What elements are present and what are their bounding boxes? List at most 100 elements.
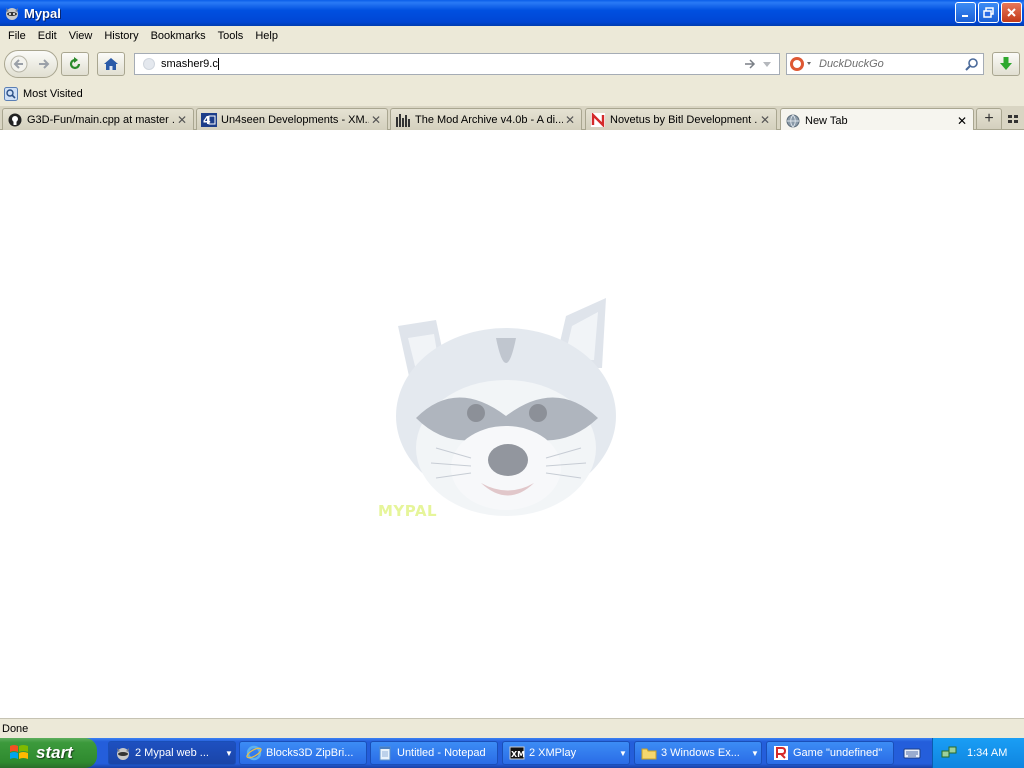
mypal-raccoon-logo [376,298,626,522]
globe-icon [785,113,801,129]
menu-help[interactable]: Help [249,30,284,42]
menu-tools[interactable]: Tools [212,30,250,42]
download-button[interactable] [992,52,1020,76]
most-visited-folder-icon [4,87,18,101]
taskbar-item-label: Untitled - Notepad [397,747,486,759]
list-all-tabs-button[interactable] [1006,112,1020,126]
tab-label: The Mod Archive v4.0b - A di... [415,114,563,126]
taskbar-item-label: 2 Mypal web ... [135,747,209,759]
tab-close-icon[interactable]: ✕ [955,114,969,128]
tab-label: G3D-Fun/main.cpp at master ... [27,114,175,126]
modarchive-icon [395,112,411,128]
tab-close-icon[interactable]: ✕ [563,113,577,127]
search-icon[interactable] [965,57,979,74]
search-input[interactable]: DuckDuckGo [819,58,884,70]
url-dropdown-icon[interactable] [761,57,773,74]
svg-text:XM: XM [511,750,525,759]
tab-label: New Tab [805,114,848,127]
back-forward-group [4,50,58,78]
duckduckgo-icon [790,57,811,71]
group-dropdown-icon: ▼ [225,748,233,758]
novetus-icon [590,112,606,128]
site-identity-icon[interactable] [143,58,155,70]
back-icon [10,55,28,73]
mypal-raccoon-icon [4,5,20,21]
internet-explorer-icon [246,745,262,761]
close-button[interactable] [1001,2,1022,23]
restore-button[interactable] [978,2,999,23]
folder-icon [641,745,657,761]
tab-label: Un4seen Developments - XM... [221,114,369,126]
status-text: Done [2,722,29,735]
tab-new-tab[interactable]: New Tab ✕ [780,108,974,132]
restore-icon [983,7,994,18]
forward-icon [39,59,50,69]
status-bar: Done [0,718,1024,738]
clock[interactable]: 1:34 AM [967,747,1007,759]
reload-icon [69,57,81,70]
new-tab-button[interactable]: + [976,108,1002,130]
search-engine-selector[interactable] [787,54,815,74]
taskbar-item-blocks3d[interactable]: Blocks3D ZipBri... [239,741,367,765]
plus-icon: + [984,110,994,127]
bookmark-most-visited[interactable]: Most Visited [4,87,83,101]
bookmark-label: Most Visited [23,88,83,100]
grid-icon [1008,115,1018,123]
notepad-icon [377,745,393,761]
menu-bookmarks[interactable]: Bookmarks [145,30,212,42]
bookmarks-toolbar: Most Visited [0,82,1024,106]
start-label: start [36,743,73,762]
group-dropdown-icon: ▼ [619,748,627,758]
language-bar-keyboard-icon[interactable] [900,743,924,763]
minimize-button[interactable] [955,2,976,23]
go-arrow-icon[interactable] [743,57,757,74]
title-bar: Mypal [0,0,1024,26]
tab-un4seen[interactable]: 4 Un4seen Developments - XM... ✕ [196,108,388,131]
tab-close-icon[interactable]: ✕ [758,113,772,127]
taskbar-item-notepad[interactable]: Untitled - Notepad [370,741,498,765]
menu-view[interactable]: View [63,30,99,42]
menu-history[interactable]: History [98,30,144,42]
search-bar[interactable]: DuckDuckGo [786,53,984,75]
github-icon [7,112,23,128]
url-input[interactable]: smasher9.c [161,58,219,71]
taskbar-item-windows-explorer[interactable]: 3 Windows Ex... ▼ [634,741,762,765]
un4seen-icon: 4 [201,112,217,128]
tab-close-icon[interactable]: ✕ [175,113,189,127]
taskbar-item-label: Game "undefined" [793,747,883,759]
minimize-icon [962,15,968,17]
tab-close-icon[interactable]: ✕ [369,113,383,127]
start-button[interactable]: start [0,738,97,768]
home-button[interactable] [97,52,125,76]
mypal-wordmark: MYPAL [378,502,438,520]
windows-flag-icon [10,745,28,759]
menu-file[interactable]: File [2,30,32,42]
taskbar-item-game[interactable]: Game "undefined" [766,741,894,765]
tab-novetus[interactable]: Novetus by Bitl Development ... ✕ [585,108,777,131]
new-tab-page: MYPAL [0,130,1024,718]
taskbar-item-label: 2 XMPlay [529,747,577,759]
window-title: Mypal [24,5,61,21]
taskbar-item-mypal[interactable]: 2 Mypal web ... ▼ [108,741,236,765]
tab-g3d-fun[interactable]: G3D-Fun/main.cpp at master ... ✕ [2,108,194,131]
network-icon[interactable] [941,745,957,761]
roblox-r-icon [773,745,789,761]
close-icon [1007,8,1016,17]
taskbar-item-xmplay[interactable]: XM 2 XMPlay ▼ [502,741,630,765]
taskbar: start 2 Mypal web ... ▼ Blocks3D ZipBri.… [0,738,1024,768]
tab-strip: G3D-Fun/main.cpp at master ... ✕ 4 Un4se… [0,106,1024,132]
tab-mod-archive[interactable]: The Mod Archive v4.0b - A di... ✕ [390,108,582,131]
taskbar-item-label: 3 Windows Ex... [661,747,740,759]
mypal-raccoon-icon [115,745,131,761]
system-tray: 1:34 AM [932,738,1024,768]
tab-label: Novetus by Bitl Development ... [610,114,758,126]
reload-button[interactable] [61,52,89,76]
back-button[interactable] [5,50,33,78]
forward-button[interactable] [33,52,55,76]
xmplay-icon: XM [509,745,525,761]
menu-edit[interactable]: Edit [32,30,63,42]
taskbar-item-label: Blocks3D ZipBri... [266,747,354,759]
menu-bar: File Edit View History Bookmarks Tools H… [0,26,1024,46]
group-dropdown-icon: ▼ [751,748,759,758]
url-bar[interactable]: smasher9.c [134,53,780,75]
